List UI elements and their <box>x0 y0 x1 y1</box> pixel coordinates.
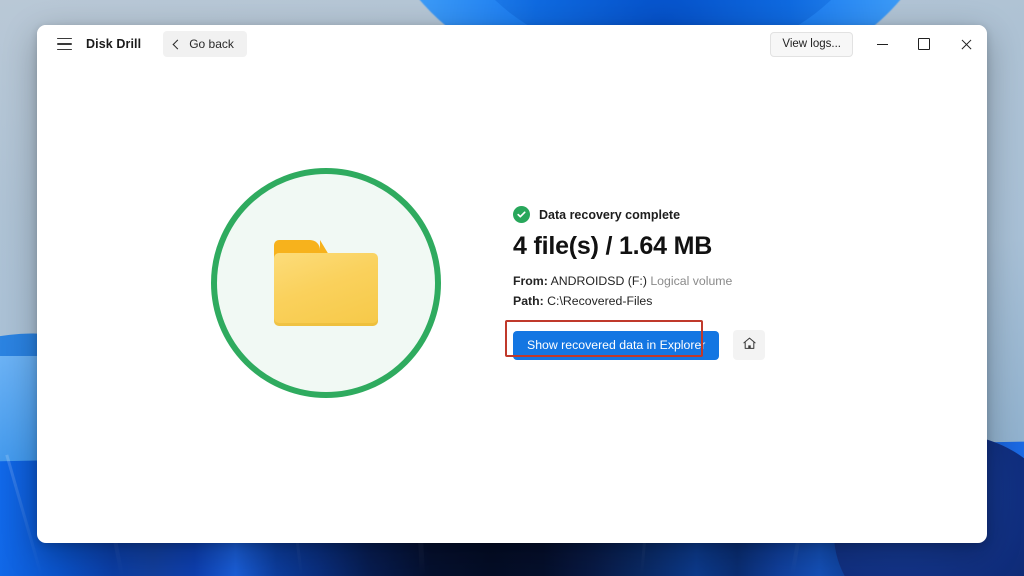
show-recovered-data-button[interactable]: Show recovered data in Explorer <box>513 330 720 360</box>
app-title: Disk Drill <box>86 37 142 51</box>
path-line: Path: C:\Recovered-Files <box>513 294 813 308</box>
recovery-headline: 4 file(s) / 1.64 MB <box>513 232 713 260</box>
home-icon <box>742 336 757 354</box>
go-back-label: Go back <box>189 37 234 51</box>
home-button[interactable] <box>733 330 766 360</box>
check-circle-icon <box>513 206 530 223</box>
go-back-button[interactable]: Go back <box>163 31 247 57</box>
view-logs-button[interactable]: View logs... <box>770 31 853 57</box>
hamburger-menu-icon[interactable] <box>49 29 79 59</box>
window-controls <box>861 25 987 63</box>
path-label: Path: <box>513 294 544 308</box>
maximize-button[interactable] <box>903 25 945 63</box>
from-value: ANDROIDSD (F:) <box>550 274 647 288</box>
minimize-icon <box>876 43 888 45</box>
window-content: Data recovery complete 4 file(s) / 1.64 … <box>37 63 987 543</box>
recovery-summary: Data recovery complete 4 file(s) / 1.64 … <box>505 206 813 360</box>
window-titlebar: Disk Drill Go back View logs... <box>37 25 987 63</box>
status-text: Data recovery complete <box>539 207 681 222</box>
from-line: From: ANDROIDSD (F:) Logical volume <box>513 274 813 288</box>
folder-body <box>274 253 378 326</box>
maximize-icon <box>918 38 930 50</box>
close-icon <box>960 38 972 50</box>
chevron-left-icon <box>172 39 183 49</box>
actions-row: Show recovered data in Explorer <box>505 320 766 360</box>
from-label: From: <box>513 274 548 288</box>
disk-drill-window: Disk Drill Go back View logs... Data rec… <box>37 25 987 543</box>
path-value: C:\Recovered-Files <box>547 294 653 308</box>
folder-icon <box>274 240 378 326</box>
desktop-background: Disk Drill Go back View logs... Data rec… <box>0 0 1024 576</box>
recovery-illustration <box>211 168 441 398</box>
minimize-button[interactable] <box>861 25 903 63</box>
from-volume-type: Logical volume <box>650 274 733 288</box>
close-button[interactable] <box>945 25 987 63</box>
status-row: Data recovery complete <box>513 206 813 223</box>
